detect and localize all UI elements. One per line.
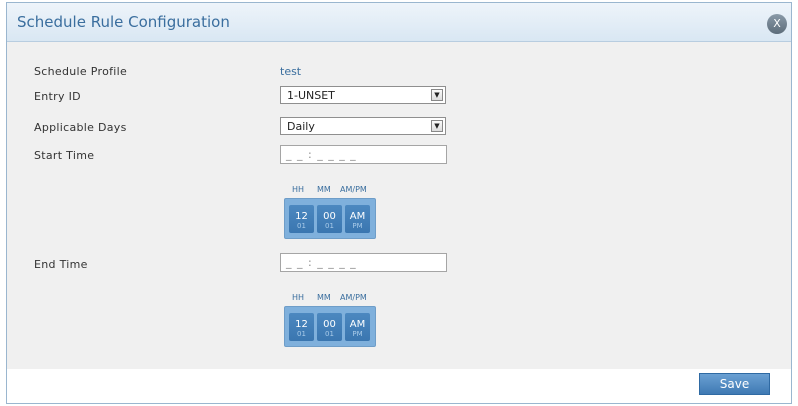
start-time-input[interactable]: _ _ : _ _ _ _ [280, 145, 447, 164]
schedule-rule-dialog: Schedule Rule Configuration X Schedule P… [6, 2, 792, 404]
close-icon: X [773, 17, 781, 30]
end-minute-next: 01 [325, 330, 334, 338]
start-ampm-next: PM [352, 222, 363, 230]
end-time-picker: 12 01 00 01 AM PM [284, 306, 376, 347]
start-hour-next: 01 [297, 222, 306, 230]
end-hh-header: HH [292, 293, 305, 302]
chevron-down-icon: ▼ [431, 89, 443, 101]
start-ampm-value: AM [349, 211, 366, 222]
form-area: Schedule Profile test Entry ID 1-UNSET ▼… [7, 42, 791, 369]
start-ampm-spinner[interactable]: AM PM [345, 205, 370, 233]
end-ampm-spinner[interactable]: AM PM [345, 313, 370, 341]
save-button[interactable]: Save [699, 373, 770, 395]
entry-id-select[interactable]: 1-UNSET ▼ [280, 86, 446, 104]
end-mm-header: MM [317, 293, 331, 302]
start-minute-spinner[interactable]: 00 01 [317, 205, 342, 233]
dialog-titlebar: Schedule Rule Configuration X [7, 3, 791, 42]
end-ampm-value: AM [349, 319, 366, 330]
entry-id-selected: 1-UNSET [287, 89, 335, 102]
start-ampm-header: AM/PM [340, 185, 367, 194]
start-hh-header: HH [292, 185, 305, 194]
end-minute-value: 00 [323, 319, 336, 330]
start-hour-value: 12 [295, 211, 308, 222]
end-time-label: End Time [34, 258, 88, 271]
start-time-label: Start Time [34, 149, 95, 162]
dialog-footer [7, 369, 791, 403]
schedule-profile-value: test [280, 65, 302, 78]
end-time-input[interactable]: _ _ : _ _ _ _ [280, 253, 447, 272]
applicable-days-select[interactable]: Daily ▼ [280, 117, 446, 135]
end-ampm-header: AM/PM [340, 293, 367, 302]
end-ampm-next: PM [352, 330, 363, 338]
end-hour-next: 01 [297, 330, 306, 338]
start-hour-spinner[interactable]: 12 01 [289, 205, 314, 233]
start-mm-header: MM [317, 185, 331, 194]
dialog-title: Schedule Rule Configuration [17, 13, 230, 31]
schedule-profile-label: Schedule Profile [34, 65, 128, 78]
end-hour-spinner[interactable]: 12 01 [289, 313, 314, 341]
entry-id-label: Entry ID [34, 90, 81, 103]
start-minute-value: 00 [323, 211, 336, 222]
start-time-picker: 12 01 00 01 AM PM [284, 198, 376, 239]
applicable-days-selected: Daily [287, 120, 315, 133]
applicable-days-label: Applicable Days [34, 121, 127, 134]
end-minute-spinner[interactable]: 00 01 [317, 313, 342, 341]
close-button[interactable]: X [767, 14, 787, 34]
start-minute-next: 01 [325, 222, 334, 230]
chevron-down-icon: ▼ [431, 120, 443, 132]
end-hour-value: 12 [295, 319, 308, 330]
